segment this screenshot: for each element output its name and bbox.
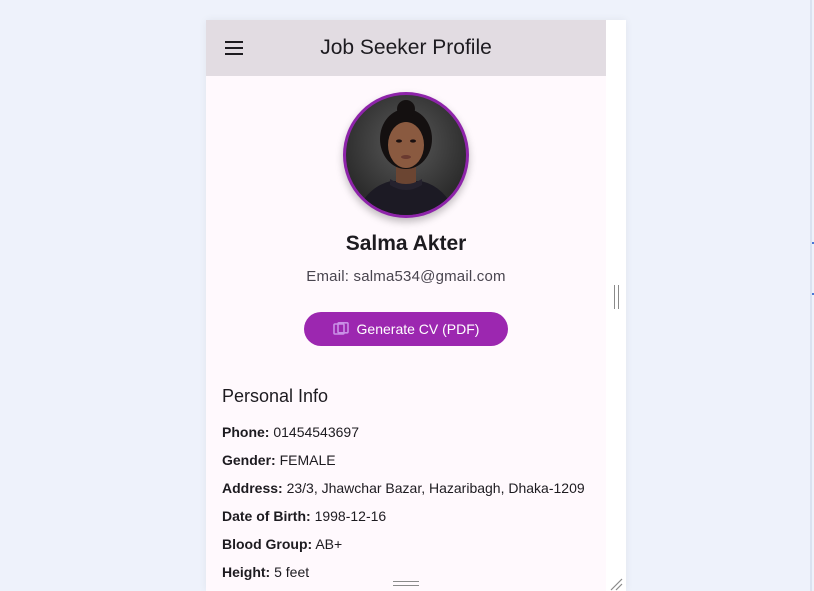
info-value: 5 feet xyxy=(274,564,310,580)
info-row-date-of-birth: Date of Birth: 1998-12-16 xyxy=(222,508,602,536)
info-value: 01454543697 xyxy=(273,424,359,440)
generate-cv-button[interactable]: Generate CV (PDF) xyxy=(304,312,508,346)
info-row-phone: Phone: 01454543697 xyxy=(222,424,602,452)
resize-grip-icon[interactable] xyxy=(609,577,623,591)
info-row-blood-group: Blood Group: AB+ xyxy=(222,536,602,564)
profile-email: Email: salma534@gmail.com xyxy=(306,268,506,285)
document-icon xyxy=(332,322,349,335)
window-edge xyxy=(810,0,812,591)
info-label: Phone: xyxy=(222,424,270,440)
info-label: Address: xyxy=(222,480,283,496)
info-row-address: Address: 23/3, Jhawchar Bazar, Hazaribag… xyxy=(222,480,602,508)
personal-info-title: Personal Info xyxy=(222,386,329,406)
personal-info-list: Phone: 01454543697 Gender: FEMALE Addres… xyxy=(222,424,602,591)
app-screen: Job Seeker Profile Salma Akter Email: sa… xyxy=(206,20,626,591)
bottom-drag-handle[interactable] xyxy=(393,581,419,586)
info-value: FEMALE xyxy=(279,452,336,468)
menu-icon[interactable] xyxy=(220,34,248,62)
scrollbar-handle[interactable] xyxy=(614,285,619,309)
profile-photo xyxy=(346,95,466,215)
info-label: Blood Group: xyxy=(222,536,313,552)
info-label: Date of Birth: xyxy=(222,508,311,524)
profile-name: Salma Akter xyxy=(345,232,467,255)
info-label: Height: xyxy=(222,564,271,580)
avatar xyxy=(343,92,469,218)
info-value: 1998-12-16 xyxy=(314,508,387,524)
info-row-gender: Gender: FEMALE xyxy=(222,452,602,480)
info-value: AB+ xyxy=(315,536,343,552)
app-bar-title: Job Seeker Profile xyxy=(320,36,492,59)
info-row-height: Height: 5 feet xyxy=(222,564,602,591)
info-label: Gender: xyxy=(222,452,276,468)
generate-cv-label: Generate CV (PDF) xyxy=(356,321,480,337)
info-value: 23/3, Jhawchar Bazar, Hazaribagh, Dhaka-… xyxy=(286,480,585,496)
app-bar: Job Seeker Profile xyxy=(206,20,606,76)
